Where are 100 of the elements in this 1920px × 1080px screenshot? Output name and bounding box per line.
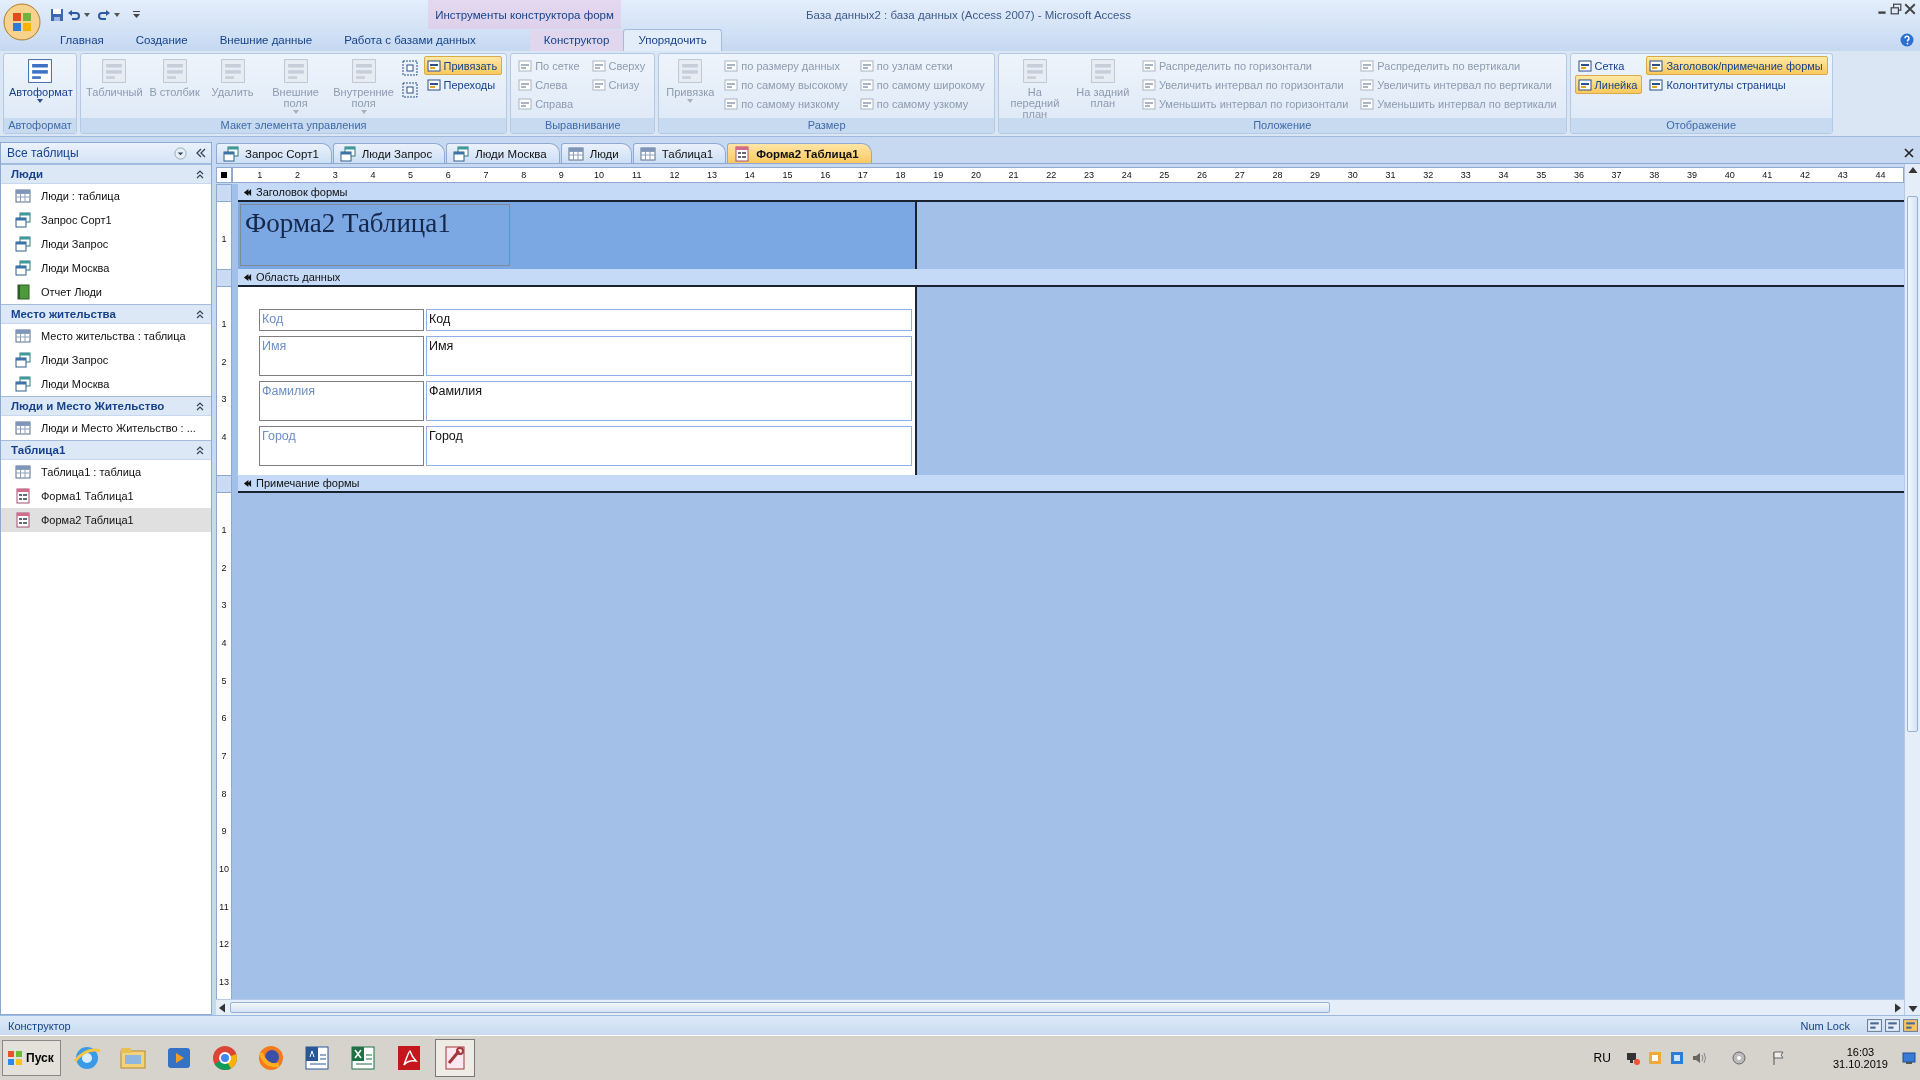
- ruler-number: 35: [1535, 170, 1548, 180]
- ribbon-button[interactable]: Привязать: [423, 56, 503, 75]
- ruler-number: 36: [1572, 170, 1585, 180]
- ruler-number: 39: [1685, 170, 1698, 180]
- ribbon-tab[interactable]: Упорядочить: [623, 29, 722, 51]
- ribbon-tab[interactable]: Работа с базами данных: [330, 30, 490, 51]
- text-box[interactable]: Фамилия: [426, 381, 912, 421]
- ruler-number: 22: [1045, 170, 1058, 180]
- group-title[interactable]: Таблица1: [11, 444, 195, 456]
- ruler-number: 26: [1196, 170, 1209, 180]
- ruler-number: 2: [221, 562, 227, 573]
- ruler-number: 33: [1459, 170, 1472, 180]
- ruler-number: 1: [221, 318, 227, 329]
- section-bar[interactable]: Область данных: [238, 269, 1904, 287]
- document-tab[interactable]: Люди Запрос: [332, 143, 446, 163]
- ruler-number: 3: [221, 600, 227, 611]
- group-header[interactable]: Место жительства: [1, 304, 211, 324]
- document-tab[interactable]: Люди Москва: [446, 143, 560, 163]
- group-title[interactable]: Люди и Место Жительство: [11, 400, 195, 412]
- ribbon-button[interactable]: Переходы: [423, 75, 503, 94]
- navigation-item[interactable]: Форма1 Таблица1: [1, 484, 211, 508]
- navigation-item[interactable]: Люди : таблица: [1, 184, 211, 208]
- ruler-number: 43: [1836, 170, 1849, 180]
- navigation-item[interactable]: Люди и Место Жительство : ...: [1, 416, 211, 440]
- ruler-number: 28: [1271, 170, 1284, 180]
- ribbon-tab[interactable]: Конструктор: [529, 30, 624, 51]
- group-label: Выравнивание: [511, 118, 655, 133]
- navigation-item[interactable]: Люди Москва: [1, 256, 211, 280]
- ruler-number: 16: [819, 170, 832, 180]
- ribbon-tab[interactable]: Создание: [121, 30, 202, 51]
- navigation-item[interactable]: Форма2 Таблица1: [1, 508, 211, 532]
- document-tab[interactable]: Запрос Сорт1: [216, 143, 332, 163]
- section-title: Примечание формы: [256, 477, 360, 489]
- ruler-number: 1: [256, 170, 264, 180]
- navigation-item[interactable]: Отчет Люди: [1, 280, 211, 304]
- ruler-number: 18: [894, 170, 907, 180]
- ruler-number: 13: [219, 977, 229, 988]
- text-box[interactable]: Имя: [426, 336, 912, 376]
- group-header[interactable]: Люди и Место Жительство: [1, 396, 211, 416]
- navigation-item[interactable]: Люди Москва: [1, 372, 211, 396]
- section-bar[interactable]: Заголовок формы: [238, 184, 1904, 202]
- ruler-number: 21: [1007, 170, 1020, 180]
- navigation-title[interactable]: Все таблицы: [7, 146, 170, 160]
- ribbon-tab[interactable]: Главная: [46, 30, 118, 51]
- ruler-number: 25: [1158, 170, 1171, 180]
- group-header[interactable]: Таблица1: [1, 440, 211, 460]
- text-box[interactable]: Код: [426, 309, 912, 331]
- ribbon-tab[interactable]: Внешние данные: [205, 30, 327, 51]
- text-box[interactable]: Город: [426, 426, 912, 466]
- document-tab[interactable]: Форма2 Таблица1: [727, 143, 872, 163]
- group-label: Макет элемента управления: [81, 118, 507, 133]
- ruler-number: 9: [557, 170, 565, 180]
- ruler-number: 2: [221, 356, 227, 367]
- navigation-item[interactable]: Люди Запрос: [1, 232, 211, 256]
- group-title[interactable]: Люди: [11, 168, 195, 180]
- ribbon-button[interactable]: Линейка: [1574, 75, 1643, 94]
- ribbon-button[interactable]: Заголовок/примечание формы: [1646, 56, 1828, 75]
- ruler-number: 1: [221, 524, 227, 535]
- ruler-number: 7: [221, 750, 227, 761]
- context-label: Инструменты конструктора форм: [428, 0, 621, 29]
- start-button[interactable]: Пуск: [2, 1040, 61, 1076]
- ruler-number: 15: [781, 170, 794, 180]
- ribbon-button[interactable]: Автоформат: [8, 56, 72, 104]
- group-label: Размер: [659, 118, 994, 133]
- ruler-number: 14: [743, 170, 756, 180]
- ruler-number: 10: [219, 864, 229, 875]
- ruler-number: 24: [1120, 170, 1133, 180]
- ribbon-button[interactable]: Колонтитулы страницы: [1646, 75, 1828, 94]
- status-text: Конструктор: [8, 1019, 71, 1032]
- ruler-number: 44: [1874, 170, 1887, 180]
- form-title[interactable]: Форма2 Таблица1: [240, 204, 510, 266]
- ruler-number: 34: [1497, 170, 1510, 180]
- navigation-item[interactable]: Запрос Сорт1: [1, 208, 211, 232]
- navigation-item[interactable]: Люди Запрос: [1, 348, 211, 372]
- group-title[interactable]: Место жительства: [11, 308, 195, 320]
- document-tab[interactable]: Таблица1: [632, 143, 727, 163]
- navigation-item[interactable]: Место жительства : таблица: [1, 324, 211, 348]
- ruler-number: 17: [856, 170, 869, 180]
- ruler-number: 7: [482, 170, 490, 180]
- section-bar[interactable]: Примечание формы: [238, 475, 1904, 493]
- clock[interactable]: 16:03 31.10.2019: [1832, 1046, 1888, 1070]
- group-header[interactable]: Люди: [1, 164, 211, 184]
- ruler-number: 12: [219, 939, 229, 950]
- navigation-item[interactable]: Таблица1 : таблица: [1, 460, 211, 484]
- ruler-number: 32: [1422, 170, 1435, 180]
- ruler-number: 3: [331, 170, 339, 180]
- ruler-number: 13: [706, 170, 719, 180]
- group-label: Отображение: [1570, 118, 1832, 133]
- document-tab[interactable]: Люди: [560, 143, 632, 163]
- section-title: Заголовок формы: [256, 186, 348, 198]
- ruler-number: 30: [1346, 170, 1359, 180]
- ruler-number: 27: [1233, 170, 1246, 180]
- group-label: Положение: [998, 118, 1566, 133]
- ruler-number: 8: [221, 788, 227, 799]
- ruler-number: 6: [221, 713, 227, 724]
- ruler-number: 19: [932, 170, 945, 180]
- ruler-number: 11: [219, 901, 229, 912]
- navigation-header[interactable]: Все таблицы: [1, 143, 211, 164]
- language-indicator[interactable]: RU: [1593, 1051, 1611, 1065]
- ribbon-button[interactable]: Сетка: [1574, 56, 1643, 75]
